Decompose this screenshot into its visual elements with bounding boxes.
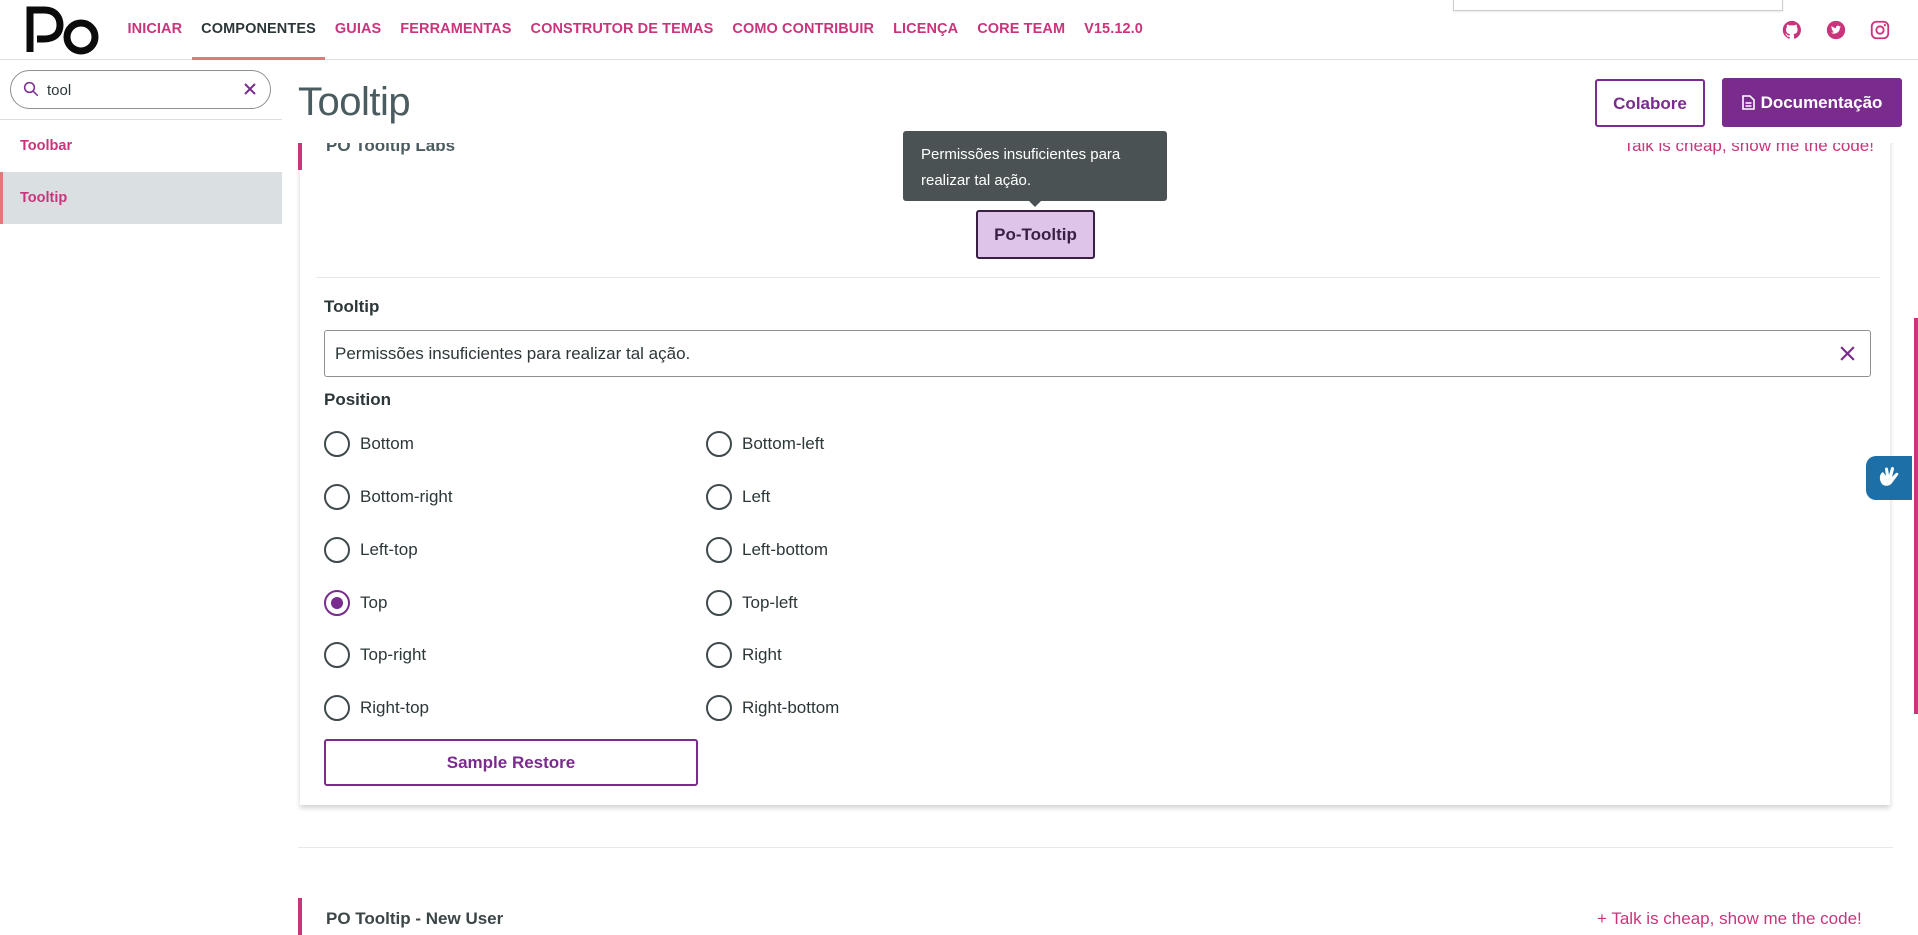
nav-construtor-de-temas[interactable]: CONSTRUTOR DE TEMAS — [521, 0, 723, 60]
sample-divider — [316, 277, 1880, 278]
radio-bottom-right[interactable] — [324, 484, 350, 510]
tooltip-text-value[interactable]: Permissões insuficientes para realizar t… — [335, 331, 690, 376]
twitter-icon[interactable] — [1825, 19, 1847, 41]
radio-label-bottom-right[interactable]: Bottom-right — [360, 484, 453, 510]
next-sample-accent-bar — [298, 898, 302, 935]
radio-label-top-right[interactable]: Top-right — [360, 642, 426, 668]
sidebar-item-toolbar[interactable]: Toolbar — [0, 120, 282, 172]
sidebar-item-tooltip[interactable]: Tooltip — [0, 172, 282, 224]
nav-iniciar[interactable]: INICIAR — [118, 0, 192, 60]
radio-label-right[interactable]: Right — [742, 642, 782, 668]
documentation-label: Documentação — [1760, 93, 1883, 112]
radio-left-bottom[interactable] — [706, 537, 732, 563]
radio-top[interactable] — [324, 590, 350, 616]
sign-language-hands-icon — [1879, 466, 1899, 486]
section-divider — [298, 847, 1893, 848]
radio-label-right-bottom[interactable]: Right-bottom — [742, 695, 839, 721]
sidebar: Toolbar Tooltip — [0, 60, 282, 935]
tooltip-arrow — [1028, 200, 1042, 207]
position-label: Position — [324, 390, 392, 409]
radio-left[interactable] — [706, 484, 732, 510]
tooltip-field-label: Tooltip — [324, 297, 380, 316]
clear-field-icon[interactable] — [1839, 345, 1856, 362]
nav-version[interactable]: V15.12.0 — [1075, 0, 1153, 60]
radio-bottom-left[interactable] — [706, 431, 732, 457]
sidebar-search — [10, 70, 271, 109]
radio-label-bottom[interactable]: Bottom — [360, 431, 414, 457]
github-icon[interactable] — [1781, 19, 1803, 41]
nav-como-contribuir[interactable]: COMO CONTRIBUIR — [723, 0, 884, 60]
radio-label-bottom-left[interactable]: Bottom-left — [742, 431, 824, 457]
radio-label-right-top[interactable]: Right-top — [360, 695, 429, 721]
search-input[interactable] — [47, 78, 237, 102]
search-icon — [23, 81, 39, 97]
clear-search-icon[interactable] — [242, 81, 258, 97]
radio-right[interactable] — [706, 642, 732, 668]
vlibras-accessibility-button[interactable] — [1866, 456, 1912, 500]
instagram-icon[interactable] — [1869, 19, 1891, 41]
documentation-button-foreground[interactable]: Documentação — [1722, 78, 1902, 127]
nav-guias[interactable]: GUIAS — [325, 0, 390, 60]
radio-right-bottom[interactable] — [706, 695, 732, 721]
radio-left-top[interactable] — [324, 537, 350, 563]
radio-top-left[interactable] — [706, 590, 732, 616]
floating-panel-edge — [1453, 0, 1783, 11]
sample-card — [300, 128, 1890, 805]
radio-label-left-top[interactable]: Left-top — [360, 537, 418, 563]
po-logo[interactable] — [24, 4, 102, 56]
radio-label-top[interactable]: Top — [360, 590, 387, 616]
nav-licenca[interactable]: LICENÇA — [884, 0, 968, 60]
next-sample-code-link[interactable]: + Talk is cheap, show me the code! — [1597, 909, 1862, 929]
page-title-foreground: Tooltip — [298, 80, 411, 124]
nav-core-team[interactable]: CORE TEAM — [968, 0, 1075, 60]
main-nav: INICIAR COMPONENTES GUIAS FERRAMENTAS CO… — [118, 0, 1152, 60]
page-scrollbar[interactable] — [1914, 318, 1918, 714]
tooltip-popup: Permissões insuficientes para realizar t… — [903, 131, 1167, 201]
radio-top-right[interactable] — [324, 642, 350, 668]
nav-ferramentas[interactable]: FERRAMENTAS — [391, 0, 521, 60]
sample-restore-button[interactable]: Sample Restore — [324, 739, 698, 786]
next-sample-title: PO Tooltip - New User — [326, 909, 504, 928]
radio-right-top[interactable] — [324, 695, 350, 721]
po-tooltip-button[interactable]: Po-Tooltip — [976, 210, 1095, 259]
document-icon — [1741, 95, 1755, 110]
nav-componentes[interactable]: COMPONENTES — [191, 0, 326, 60]
radio-bottom[interactable] — [324, 431, 350, 457]
radio-label-left[interactable]: Left — [742, 484, 770, 510]
tooltip-text-field[interactable]: Permissões insuficientes para realizar t… — [324, 330, 1871, 377]
radio-label-top-left[interactable]: Top-left — [742, 590, 798, 616]
radio-label-left-bottom[interactable]: Left-bottom — [742, 537, 828, 563]
colabore-button-foreground[interactable]: Colabore — [1595, 79, 1705, 127]
sample-accent-bar-visible — [298, 143, 302, 170]
